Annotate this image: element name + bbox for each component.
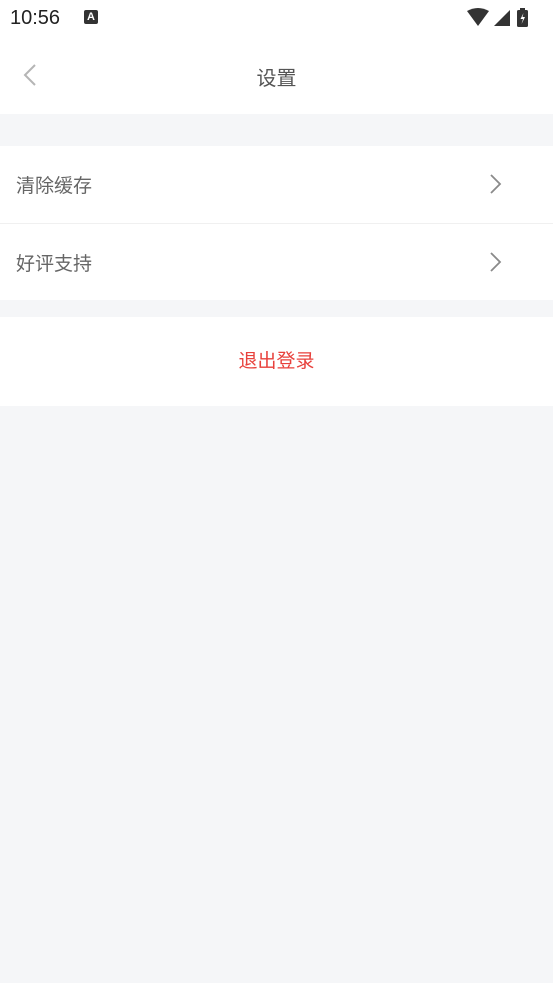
- settings-list: 清除缓存 好评支持: [0, 146, 553, 300]
- clear-cache-label: 清除缓存: [16, 175, 93, 197]
- signal-icon: [494, 10, 510, 26]
- system-icons: [465, 8, 545, 28]
- chevron-right-icon: [490, 252, 502, 272]
- battery-charging-icon: [517, 8, 528, 27]
- logout-button[interactable]: 退出登录: [0, 317, 553, 406]
- chevron-right-icon: [490, 174, 502, 194]
- a-notification-icon: A: [84, 10, 98, 24]
- wifi-icon: [467, 8, 489, 26]
- clear-cache-row[interactable]: 清除缓存: [0, 146, 553, 223]
- rate-support-label: 好评支持: [16, 253, 93, 275]
- title-bar: 设置: [0, 38, 553, 114]
- page-title: 设置: [256, 66, 297, 90]
- rate-support-row[interactable]: 好评支持: [0, 223, 553, 301]
- logout-section: 退出登录: [0, 317, 553, 406]
- status-bar: 10:56 A: [0, 0, 553, 38]
- status-time: 10:56: [10, 7, 61, 29]
